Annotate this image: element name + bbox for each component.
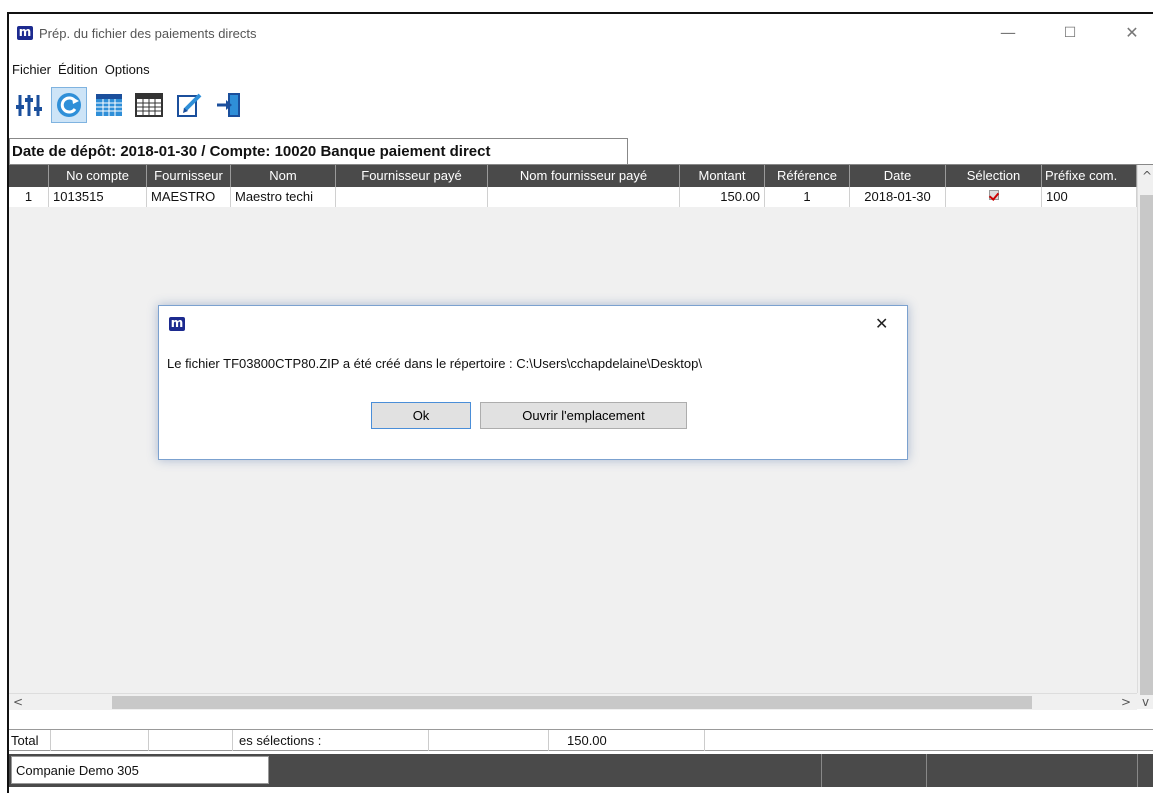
info-dialog: m ✕ Le fichier TF03800CTP80.ZIP a été cr… (158, 305, 908, 460)
dialog-logo-icon: m (169, 316, 185, 331)
dialog-message: Le fichier TF03800CTP80.ZIP a été créé d… (167, 356, 702, 371)
cell-montant[interactable]: 150.00 (680, 187, 765, 207)
col-header-index[interactable] (9, 165, 49, 187)
scroll-left-arrow[interactable]: < (13, 695, 23, 709)
tab-deposit[interactable]: Date de dépôt: 2018-01-30 / Compte: 1002… (9, 138, 628, 164)
exit-button[interactable] (211, 87, 247, 123)
ok-button[interactable]: Ok (371, 402, 471, 429)
total-cell-empty-3 (429, 730, 549, 751)
background-strip (0, 0, 1153, 12)
status-divider (1137, 754, 1138, 787)
vertical-scrollbar[interactable]: ^ v (1137, 165, 1153, 709)
cell-nom-fournisseur-paye[interactable] (488, 187, 680, 207)
horizontal-scrollbar[interactable]: < > (9, 693, 1137, 710)
col-header-reference[interactable]: Référence (765, 165, 850, 187)
company-field[interactable]: Companie Demo 305 (11, 756, 269, 784)
col-header-prefixe[interactable]: Préfixe com. (1042, 165, 1137, 187)
title-bar: m Prép. du fichier des paiements directs… (9, 14, 1153, 54)
cell-date[interactable]: 2018-01-30 (850, 187, 946, 207)
cell-index: 1 (9, 187, 49, 207)
total-cell-empty-2 (149, 730, 233, 751)
exit-icon (217, 93, 240, 117)
refresh-icon (57, 93, 81, 117)
app-logo-icon: m (17, 25, 33, 40)
col-header-fournisseur[interactable]: Fournisseur (147, 165, 231, 187)
selection-checkbox[interactable] (988, 190, 999, 200)
cell-fournisseur-paye[interactable] (336, 187, 488, 207)
scroll-right-arrow[interactable]: > (1121, 695, 1131, 709)
col-header-nom-fournisseur-paye[interactable]: Nom fournisseur payé (488, 165, 680, 187)
table-row[interactable]: 1 1013515 MAESTRO Maestro techi 150.00 1… (9, 187, 1137, 207)
horizontal-scroll-thumb[interactable] (112, 696, 1032, 709)
total-cell-empty-1 (51, 730, 149, 751)
grid-blue-icon (96, 94, 122, 116)
grid-header: No compte Fournisseur Nom Fournisseur pa… (9, 165, 1137, 187)
status-divider (821, 754, 822, 787)
status-divider (926, 754, 927, 787)
toolbar (11, 85, 247, 125)
maximize-button[interactable]: ☐ (1055, 22, 1085, 44)
table-view-button[interactable] (131, 87, 167, 123)
scroll-up-arrow[interactable]: ^ (1142, 169, 1152, 183)
window-title: Prép. du fichier des paiements directs (39, 26, 257, 41)
cell-fournisseur[interactable]: MAESTRO (147, 187, 231, 207)
status-bar: Companie Demo 305 (9, 754, 1153, 787)
close-button[interactable]: ✕ (1117, 22, 1147, 44)
cell-no-compte[interactable]: 1013515 (49, 187, 147, 207)
refresh-button[interactable] (51, 87, 87, 123)
col-header-date[interactable]: Date (850, 165, 946, 187)
grid-icon (135, 93, 163, 117)
col-header-montant[interactable]: Montant (680, 165, 765, 187)
cell-nom[interactable]: Maestro techi (231, 187, 336, 207)
totals-bar: Total es sélections : 150.00 (9, 729, 1153, 751)
scroll-down-arrow[interactable]: v (1142, 695, 1149, 709)
menu-edition[interactable]: Édition (55, 60, 102, 82)
settings-button[interactable] (11, 87, 47, 123)
total-label: Total (9, 730, 51, 751)
edit-icon (177, 93, 202, 117)
sliders-icon (16, 95, 42, 116)
menu-options[interactable]: Options (102, 60, 154, 82)
menu-fichier[interactable]: Fichier (9, 60, 55, 82)
grid-view-button[interactable] (91, 87, 127, 123)
total-selection-label: es sélections : (239, 730, 429, 751)
col-header-fournisseur-paye[interactable]: Fournisseur payé (336, 165, 488, 187)
cell-prefixe[interactable]: 100 (1042, 187, 1137, 207)
open-location-button[interactable]: Ouvrir l'emplacement (480, 402, 687, 429)
cell-selection[interactable] (946, 187, 1042, 207)
total-amount: 150.00 (549, 730, 705, 751)
cell-reference[interactable]: 1 (765, 187, 850, 207)
edit-button[interactable] (171, 87, 207, 123)
dialog-close-button[interactable]: ✕ (875, 314, 888, 333)
vertical-scroll-thumb[interactable] (1140, 195, 1153, 695)
col-header-nom[interactable]: Nom (231, 165, 336, 187)
menu-bar: Fichier Édition Options (9, 60, 154, 82)
minimize-button[interactable]: — (993, 22, 1023, 44)
col-header-no-compte[interactable]: No compte (49, 165, 147, 187)
col-header-selection[interactable]: Sélection (946, 165, 1042, 187)
